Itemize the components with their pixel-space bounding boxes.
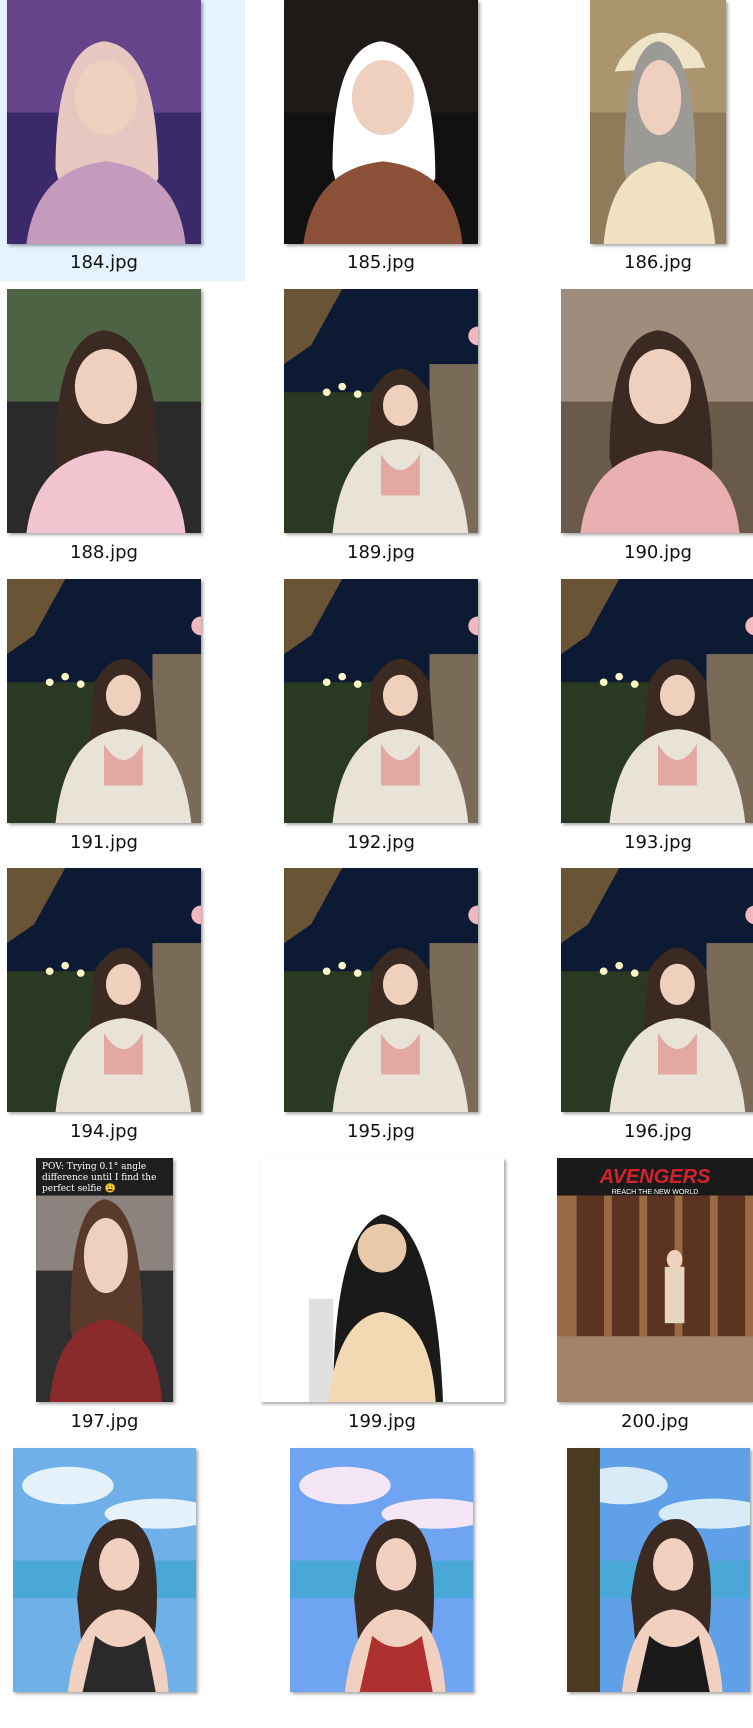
file-item[interactable]: 195.jpg (277, 869, 522, 1149)
file-item[interactable]: 188.jpg (0, 290, 245, 570)
file-thumbnail[interactable] (561, 579, 753, 823)
file-item[interactable] (0, 1448, 245, 1728)
file-item[interactable] (277, 1448, 522, 1728)
file-item[interactable]: 186.jpg (554, 0, 753, 280)
file-name: 189.jpg (273, 542, 489, 564)
file-item[interactable]: POV: Trying 0.1° angle difference until … (0, 1159, 245, 1439)
file-name: 193.jpg (550, 832, 753, 854)
file-item[interactable]: 192.jpg (277, 580, 522, 860)
file-thumbnail[interactable] (284, 289, 478, 533)
file-name: 184.jpg (0, 252, 212, 274)
file-item[interactable]: 193.jpg (554, 580, 753, 860)
file-item[interactable]: 199.jpg (277, 1159, 522, 1439)
file-thumbnail[interactable] (7, 0, 201, 244)
file-name: 191.jpg (0, 832, 212, 854)
file-name: 188.jpg (0, 542, 212, 564)
file-item[interactable]: 189.jpg (277, 290, 522, 570)
thumbnail-grid: 184.jpg185.jpg186.jpg188.jpg189.jpg190.j… (0, 0, 753, 1692)
file-thumbnail[interactable] (284, 0, 478, 244)
file-thumbnail[interactable] (290, 1448, 473, 1692)
file-name: 196.jpg (550, 1121, 753, 1143)
thumbnail-caption: POV: Trying 0.1° angle difference until … (42, 1162, 160, 1195)
file-name: 190.jpg (550, 542, 753, 564)
file-item[interactable] (554, 1448, 753, 1728)
file-name: 186.jpg (550, 252, 753, 274)
file-item[interactable]: 194.jpg (0, 869, 245, 1149)
file-thumbnail[interactable] (567, 1448, 750, 1692)
file-thumbnail[interactable] (7, 289, 201, 533)
file-item[interactable]: AVENGERSREACH THE NEW WORLD200.jpg (554, 1159, 753, 1439)
file-name: 200.jpg (547, 1411, 753, 1433)
file-thumbnail[interactable] (561, 868, 753, 1112)
file-item[interactable]: 185.jpg (277, 0, 522, 280)
file-name: 194.jpg (0, 1121, 212, 1143)
file-name: 192.jpg (273, 832, 489, 854)
file-item[interactable]: 190.jpg (554, 290, 753, 570)
file-name: 195.jpg (273, 1121, 489, 1143)
file-name: 199.jpg (274, 1411, 490, 1433)
file-thumbnail[interactable] (7, 868, 201, 1112)
file-name: 185.jpg (273, 252, 489, 274)
file-thumbnail[interactable] (590, 0, 726, 244)
file-thumbnail[interactable] (260, 1158, 504, 1402)
file-item[interactable]: 184.jpg (0, 0, 245, 281)
file-thumbnail[interactable] (7, 579, 201, 823)
event-sign-subtitle: REACH THE NEW WORLD (557, 1189, 753, 1196)
event-sign-title: AVENGERS (557, 1166, 753, 1189)
file-thumbnail[interactable] (284, 579, 478, 823)
file-thumbnail[interactable]: AVENGERSREACH THE NEW WORLD (557, 1158, 753, 1402)
file-thumbnail[interactable]: POV: Trying 0.1° angle difference until … (36, 1158, 173, 1402)
file-thumbnail[interactable] (561, 289, 753, 533)
file-thumbnail[interactable] (13, 1448, 196, 1692)
file-item[interactable]: 191.jpg (0, 580, 245, 860)
file-thumbnail[interactable] (284, 868, 478, 1112)
file-item[interactable]: 196.jpg (554, 869, 753, 1149)
file-name: 197.jpg (0, 1411, 213, 1433)
